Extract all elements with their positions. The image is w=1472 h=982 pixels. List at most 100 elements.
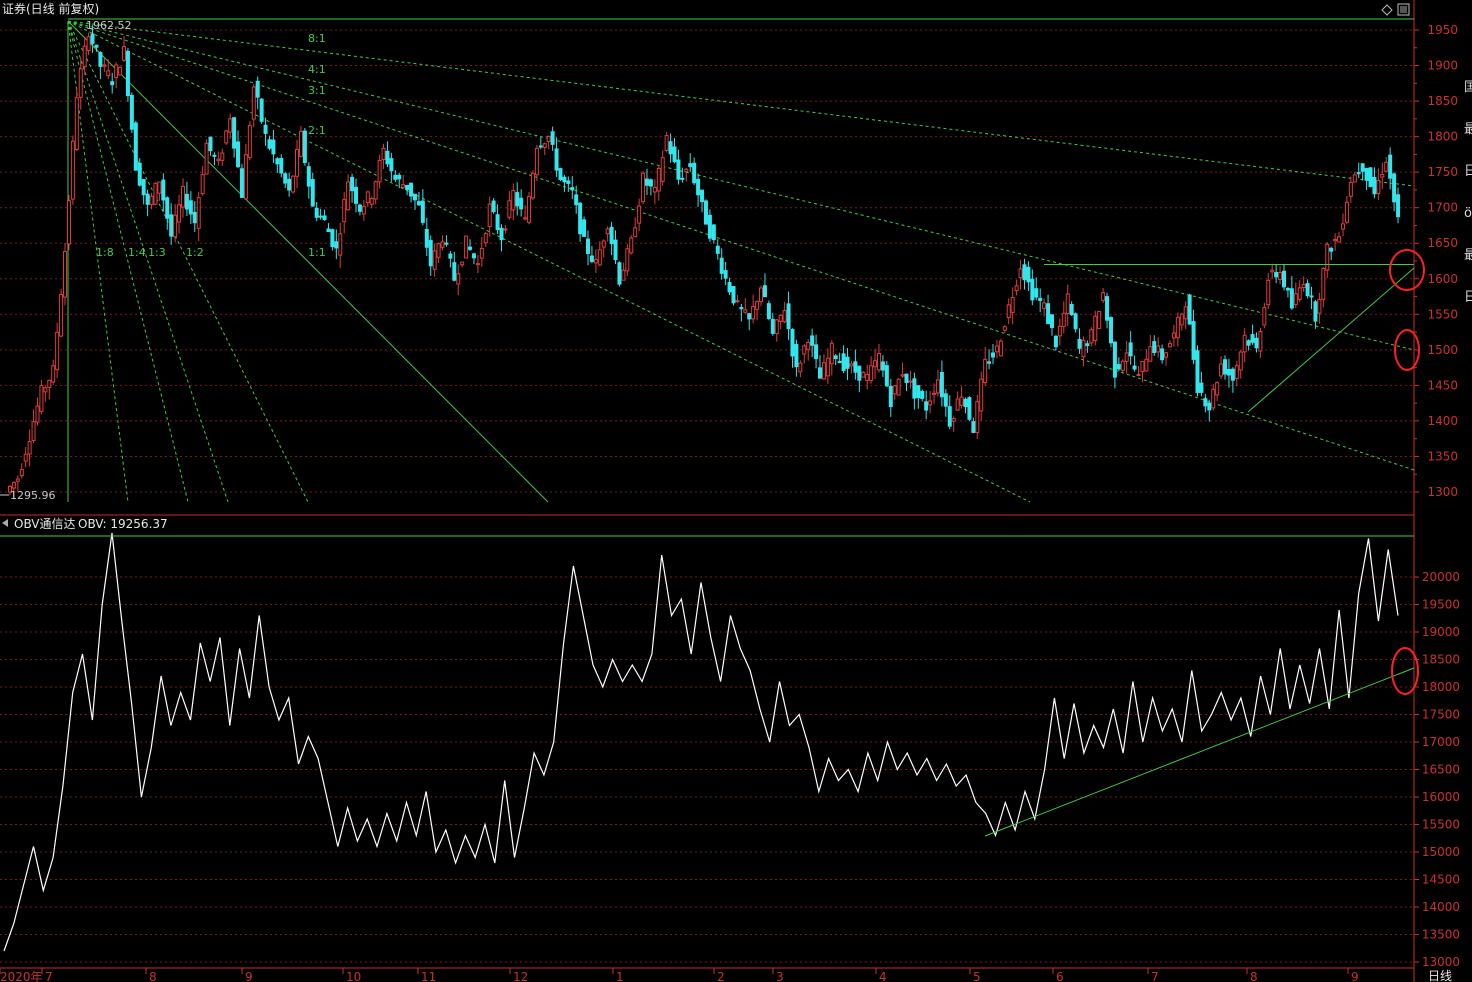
candle-body (1230, 368, 1235, 381)
candle-body (1380, 174, 1385, 178)
candle-body (78, 68, 83, 98)
candle-body (1065, 293, 1070, 315)
candle-body (928, 400, 933, 406)
candle-body (137, 162, 142, 186)
candle-body (1050, 314, 1054, 329)
candle-body (1152, 341, 1157, 353)
obv-tick-label: 17000 (1422, 735, 1460, 749)
candle-body (762, 285, 767, 298)
obv-panel-title: OBV通信达 (14, 517, 76, 531)
candle-body (570, 187, 575, 191)
candle-body (582, 219, 587, 237)
candle-body (589, 255, 594, 263)
x-tick-label: 1 (616, 970, 624, 982)
candle-body (648, 179, 653, 187)
candle-body (605, 228, 610, 235)
candle-body (912, 378, 917, 399)
price-tick-label: 1500 (1427, 343, 1458, 357)
candle-body (1093, 315, 1098, 342)
price-tick-label: 1950 (1427, 23, 1458, 37)
candle-body (1372, 176, 1377, 195)
candle-body (1368, 167, 1373, 187)
candle-body (672, 146, 677, 163)
candle-body (291, 175, 296, 193)
candle-body (1388, 154, 1393, 179)
candle-body (436, 243, 441, 258)
candle-body (55, 331, 60, 371)
candle-body (853, 361, 858, 373)
candle-body (806, 341, 811, 351)
candle-body (1195, 350, 1200, 393)
candle-body (857, 365, 862, 381)
candle-body (527, 196, 532, 223)
candle-body (232, 117, 237, 149)
candle-body (1120, 360, 1125, 371)
candle-body (971, 421, 976, 433)
candle-body (1246, 340, 1251, 346)
candle-body (1018, 268, 1023, 279)
candle-body (1038, 297, 1043, 301)
candle-body (1207, 402, 1212, 411)
candle-body (393, 174, 398, 180)
candle-body (1073, 313, 1078, 330)
candle-body (625, 248, 630, 272)
candle-body (908, 380, 913, 383)
candle-body (821, 362, 826, 380)
candle-body (633, 227, 638, 238)
candle-body (1140, 360, 1145, 373)
candle-body (1010, 297, 1015, 313)
candle-body (641, 172, 646, 203)
candle-body (196, 197, 201, 229)
candle-body (1329, 247, 1334, 252)
candle-body (483, 233, 488, 244)
candle-body (829, 342, 834, 365)
candle-body (932, 392, 937, 395)
candle-body (904, 373, 909, 383)
candle-body (943, 393, 948, 407)
candle-body (1081, 339, 1086, 358)
candle-body (967, 397, 972, 420)
candle-body (188, 200, 193, 215)
candle-body (153, 182, 158, 205)
x-tick-label: 2020年 (0, 970, 43, 982)
candle-body (90, 33, 95, 44)
candle-body (818, 367, 822, 379)
candle-body (1077, 338, 1082, 349)
chart-background (0, 0, 1472, 982)
candle-body (1254, 337, 1259, 349)
candle-body (228, 118, 233, 133)
candle-body (1061, 312, 1066, 327)
candle-body (1022, 264, 1027, 281)
candle-body (593, 259, 598, 264)
candle-body (668, 141, 673, 155)
price-tick-label: 1800 (1427, 130, 1458, 144)
candle-body (365, 191, 370, 204)
price-tick-label: 1850 (1427, 94, 1458, 108)
candle-body (157, 181, 162, 194)
candle-body (1034, 288, 1039, 298)
candle-body (1089, 329, 1094, 344)
candle-body (420, 200, 425, 223)
candle-body (236, 141, 241, 168)
candle-body (322, 215, 327, 221)
candle-body (1285, 288, 1290, 291)
candle-body (381, 147, 386, 160)
candle-body (129, 94, 134, 130)
candle-body (523, 217, 528, 220)
candle-body (873, 360, 878, 368)
candle-body (1187, 294, 1192, 325)
candle-body (609, 226, 614, 245)
candle-body (70, 140, 75, 200)
candle-body (342, 198, 347, 223)
candle-body (373, 181, 378, 200)
candle-body (1293, 293, 1298, 305)
candle-body (727, 282, 732, 293)
candle-body (346, 181, 351, 211)
candle-body (1183, 306, 1188, 320)
candle-body (876, 353, 881, 371)
side-glyph: ö (1464, 206, 1472, 221)
side-glyph: 日 (1464, 290, 1472, 305)
candle-body (723, 270, 728, 279)
candle-body (755, 301, 760, 310)
candle-body (845, 356, 850, 369)
